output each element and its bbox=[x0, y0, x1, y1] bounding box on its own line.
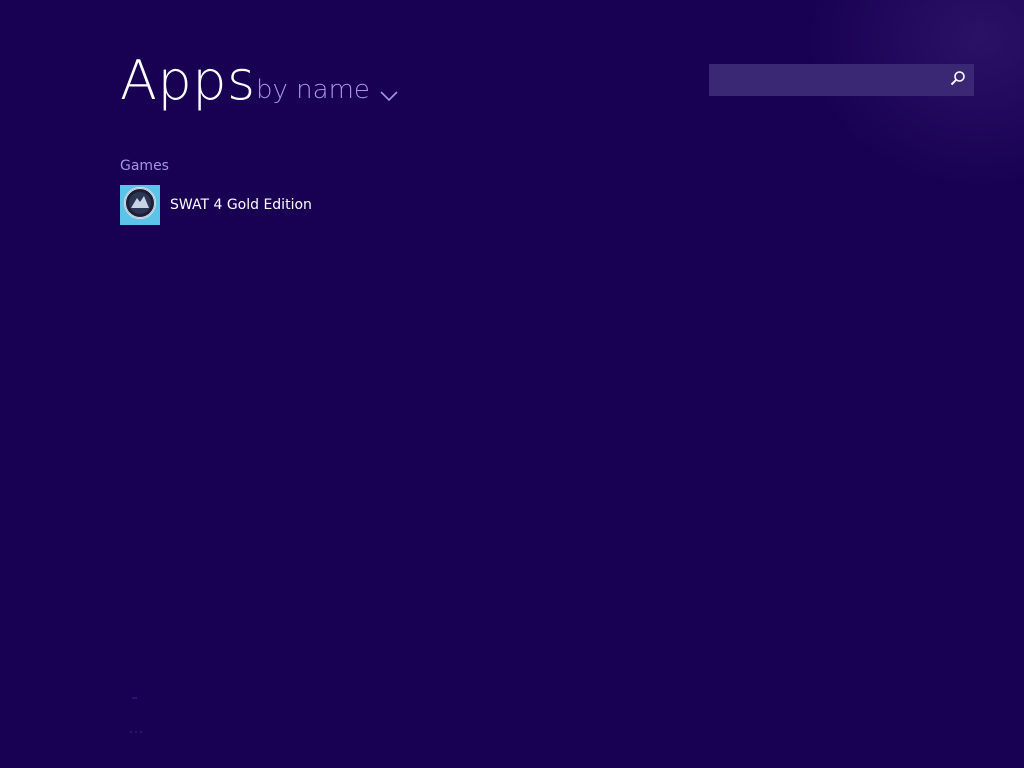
search-icon bbox=[950, 70, 966, 90]
page-title: Apps bbox=[120, 49, 256, 112]
app-tile bbox=[120, 185, 160, 225]
group-header-games[interactable]: Games bbox=[120, 158, 169, 174]
search-input[interactable] bbox=[709, 64, 941, 96]
scroll-indicator bbox=[128, 696, 148, 736]
search-box[interactable] bbox=[709, 64, 974, 96]
app-item-swat4[interactable]: SWAT 4 Gold Edition bbox=[120, 185, 380, 225]
search-button[interactable] bbox=[942, 64, 974, 96]
sort-by-dropdown[interactable]: by name bbox=[256, 74, 398, 106]
chevron-down-icon bbox=[380, 87, 398, 102]
swat4-icon bbox=[123, 186, 157, 224]
apps-screen: Apps by name Games SWAT 4 Gold Edition bbox=[0, 0, 1024, 768]
sort-label: by name bbox=[256, 75, 370, 105]
app-name: SWAT 4 Gold Edition bbox=[170, 197, 312, 213]
